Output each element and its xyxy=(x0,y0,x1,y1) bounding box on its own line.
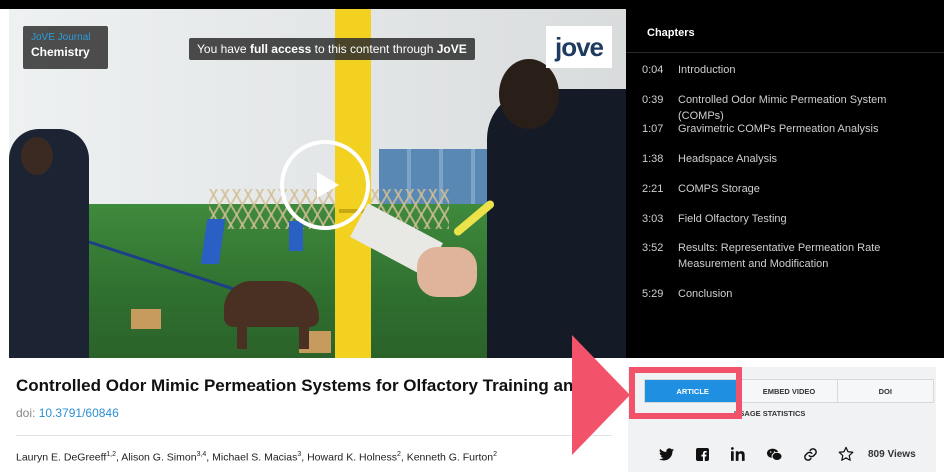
facebook-icon[interactable] xyxy=(684,443,720,465)
author-name[interactable]: Alison G. Simon xyxy=(121,452,196,464)
access-bold: full access xyxy=(249,42,312,56)
jove-logo[interactable]: jove xyxy=(546,26,612,68)
scene-hand xyxy=(417,247,477,297)
chapter-item[interactable]: 3:52 Results: Representative Permeation … xyxy=(642,240,928,272)
play-button[interactable] xyxy=(280,140,370,230)
doi-line: doi: 10.3791/60846 xyxy=(16,406,119,420)
chapter-label: Introduction xyxy=(678,64,736,76)
annotation-arrow-body xyxy=(572,362,596,428)
author-affiliation: 3 xyxy=(297,451,302,458)
linkedin-icon[interactable] xyxy=(720,443,756,465)
chapters-sidebar: Chapters 0:04 Introduction 0:39 Controll… xyxy=(626,9,944,358)
author-affiliation: 1,2 xyxy=(106,451,117,458)
article-title: Controlled Odor Mimic Permeation Systems… xyxy=(16,376,576,395)
access-institution: JoVE xyxy=(436,42,467,56)
divider xyxy=(16,435,612,436)
journal-section-tag[interactable]: JoVE Journal Chemistry xyxy=(23,26,108,69)
share-actions: 809 Views xyxy=(648,443,916,465)
view-count: 809 Views xyxy=(868,448,916,460)
chapter-time: 2:21 xyxy=(642,183,664,195)
scene-dog-leg xyxy=(299,319,309,349)
chapter-time: 0:39 xyxy=(642,94,664,106)
usage-statistics-link[interactable]: USAGE STATISTICS xyxy=(734,409,805,418)
play-icon xyxy=(317,172,339,198)
scene-box xyxy=(131,309,161,329)
scene-head-left xyxy=(21,137,53,175)
chapter-time: 3:52 xyxy=(642,242,664,254)
wechat-icon[interactable] xyxy=(756,443,792,465)
section-label: Chemistry xyxy=(31,45,90,59)
chapter-label: Controlled Odor Mimic Permeation System … xyxy=(678,94,887,122)
author-list: Lauryn E. DeGreeff1,2, Alison G. Simon3,… xyxy=(16,451,498,464)
author-affiliation: 2 xyxy=(396,451,401,458)
top-black-bar xyxy=(0,0,944,9)
author-name[interactable]: Lauryn E. DeGreeff xyxy=(16,452,106,464)
author-name[interactable]: Michael S. Macias xyxy=(212,452,297,464)
link-icon[interactable] xyxy=(792,443,828,465)
scene-cone xyxy=(289,221,303,251)
chapter-label: Gravimetric COMPs Permeation Analysis xyxy=(678,123,879,135)
chapter-label: Results: Representative Permeation Rate … xyxy=(678,242,881,270)
author-name[interactable]: Kenneth G. Furton xyxy=(407,452,493,464)
doi-link[interactable]: 10.3791/60846 xyxy=(39,406,119,420)
annotation-highlight-box xyxy=(629,367,742,419)
author-affiliation: 2 xyxy=(493,451,498,458)
chapter-item[interactable]: 0:39 Controlled Odor Mimic Permeation Sy… xyxy=(642,92,928,124)
scene-head-right xyxy=(499,59,559,129)
chapter-time: 1:07 xyxy=(642,123,664,135)
chapters-divider xyxy=(626,52,944,53)
chapter-time: 1:38 xyxy=(642,153,664,165)
scene-person-right xyxy=(487,89,626,358)
chapter-label: Field Olfactory Testing xyxy=(678,213,787,225)
chapter-time: 0:04 xyxy=(642,64,664,76)
tab-doi[interactable]: DOI xyxy=(836,380,933,402)
chapter-time: 3:03 xyxy=(642,213,664,225)
tab-embed-video[interactable]: EMBED VIDEO xyxy=(740,380,836,402)
access-banner: You have full access to this content thr… xyxy=(189,38,475,60)
access-prefix: You have xyxy=(197,42,250,56)
chapter-item[interactable]: 1:38 Headspace Analysis xyxy=(642,151,928,167)
doi-label: doi: xyxy=(16,406,36,420)
chapter-item[interactable]: 2:21 COMPS Storage xyxy=(642,181,928,197)
author-affiliation: 3,4 xyxy=(196,451,207,458)
chapter-item[interactable]: 3:03 Field Olfactory Testing xyxy=(642,211,928,227)
chapter-time: 5:29 xyxy=(642,288,664,300)
scene-dog-leg xyxy=(237,319,247,349)
author-name[interactable]: Howard K. Holness xyxy=(307,452,397,464)
chapters-title: Chapters xyxy=(647,27,695,39)
chapter-label: COMPS Storage xyxy=(678,183,760,195)
journal-label: JoVE Journal xyxy=(31,32,91,43)
chapter-item[interactable]: 0:04 Introduction xyxy=(642,62,928,78)
chapter-label: Conclusion xyxy=(678,288,733,300)
chapter-item[interactable]: 1:07 Gravimetric COMPs Permeation Analys… xyxy=(642,121,928,137)
video-player[interactable]: JoVE Journal Chemistry You have full acc… xyxy=(9,9,626,358)
twitter-icon[interactable] xyxy=(648,443,684,465)
chapter-label: Headspace Analysis xyxy=(678,153,778,165)
chapter-item[interactable]: 5:29 Conclusion xyxy=(642,286,928,302)
star-icon[interactable] xyxy=(828,443,864,465)
access-suffix: to this content through xyxy=(311,42,437,56)
